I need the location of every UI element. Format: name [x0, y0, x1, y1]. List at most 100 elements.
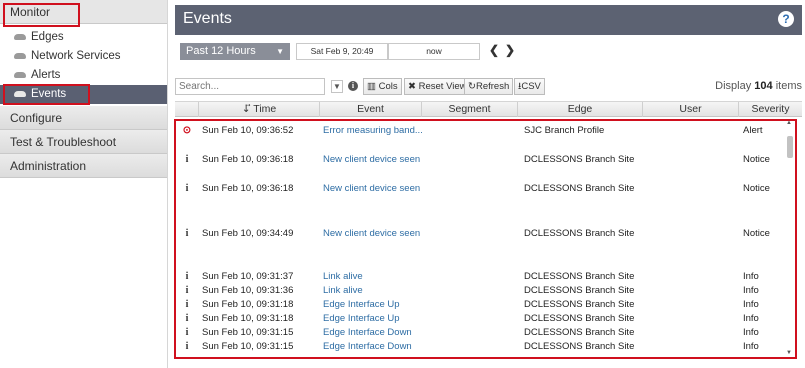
cell-time: Sun Feb 10, 09:36:18	[202, 154, 294, 165]
cloud-icon	[14, 33, 26, 40]
cell-severity: Info	[743, 285, 759, 296]
cell-severity: Notice	[743, 154, 770, 165]
cell-edge: DCLESSONS Branch Site	[524, 271, 635, 282]
cell-edge: SJC Branch Profile	[524, 125, 605, 136]
cell-event-link[interactable]: Link alive	[323, 271, 423, 282]
cell-edge: DCLESSONS Branch Site	[524, 228, 635, 239]
reset-view-label: Reset View	[418, 81, 467, 92]
display-count: Display 104 items	[715, 80, 802, 92]
info-icon: i	[185, 313, 189, 324]
prev-range-button[interactable]: ❮	[486, 43, 502, 60]
cell-event-link[interactable]: Edge Interface Up	[323, 299, 423, 310]
time-range-value: Past 12 Hours	[186, 44, 256, 57]
cell-time: Sun Feb 10, 09:31:15	[202, 327, 294, 338]
info-icon: i	[185, 154, 189, 165]
sidebar-section-monitor[interactable]: Monitor	[0, 0, 167, 24]
info-icon[interactable]: i	[348, 81, 358, 91]
columns-icon: ▥	[367, 81, 376, 92]
table-toolbar: ▼ i ▥ Cols ✖ Reset View ↻Refresh ⭳CSV Di…	[175, 78, 802, 96]
cell-edge: DCLESSONS Branch Site	[524, 285, 635, 296]
cell-time: Sun Feb 10, 09:31:18	[202, 313, 294, 324]
reset-view-button[interactable]: ✖ Reset View	[404, 78, 471, 95]
dropdown-caret-icon: ▼	[276, 46, 284, 56]
cell-edge: DCLESSONS Branch Site	[524, 154, 635, 165]
csv-button[interactable]: ⭳CSV	[514, 78, 545, 95]
header-user[interactable]: User	[643, 102, 739, 117]
alert-icon: ⊙	[182, 125, 192, 136]
cell-event-link[interactable]: Link alive	[323, 285, 423, 296]
sidebar-section-administration[interactable]: Administration	[0, 154, 167, 178]
sidebar-section-test-troubleshoot[interactable]: Test & Troubleshoot	[0, 130, 167, 154]
cloud-icon	[14, 71, 26, 78]
sidebar-item-label: Alerts	[31, 69, 61, 81]
cell-event-link[interactable]: Edge Interface Up	[323, 313, 423, 324]
close-icon: ✖	[408, 81, 416, 92]
cell-time: Sun Feb 10, 09:31:37	[202, 271, 294, 282]
sidebar-item-network-services[interactable]: Network Services	[0, 47, 167, 66]
cols-button[interactable]: ▥ Cols	[363, 78, 402, 95]
cell-time: Sun Feb 10, 09:31:36	[202, 285, 294, 296]
cell-time: Sun Feb 10, 09:31:18	[202, 299, 294, 310]
cell-edge: DCLESSONS Branch Site	[524, 183, 635, 194]
cell-event-link[interactable]: Edge Interface Down	[323, 341, 423, 352]
scrollbar-thumb[interactable]	[787, 136, 793, 158]
end-date-field[interactable]: now	[388, 42, 480, 60]
refresh-button[interactable]: ↻Refresh	[464, 78, 514, 95]
cell-time: Sun Feb 10, 09:31:15	[202, 341, 294, 352]
sidebar-item-events[interactable]: Events	[0, 85, 167, 104]
cell-severity: Notice	[743, 228, 770, 239]
cell-edge: DCLESSONS Branch Site	[524, 313, 635, 324]
cols-label: Cols	[378, 81, 398, 92]
cell-time: Sun Feb 10, 09:36:52	[202, 125, 294, 136]
display-count-number: 104	[754, 80, 773, 92]
info-icon: i	[185, 341, 189, 352]
time-range-bar: Past 12 Hours ▼ Sat Feb 9, 20:49 now ❮ ❯	[180, 42, 518, 60]
header-segment[interactable]: Segment	[422, 102, 518, 117]
header-time[interactable]: ↓⃗ Time	[199, 102, 320, 117]
sidebar-item-label: Network Services	[31, 50, 121, 62]
cell-severity: Alert	[743, 125, 763, 136]
sidebar-item-label: Events	[31, 88, 67, 100]
search-options-dropdown[interactable]: ▼	[331, 80, 343, 93]
csv-label: CSV	[521, 81, 541, 92]
cell-severity: Notice	[743, 183, 770, 194]
cell-time: Sun Feb 10, 09:34:49	[202, 228, 294, 239]
sidebar-item-label: Edges	[31, 31, 64, 43]
time-range-select[interactable]: Past 12 Hours ▼	[180, 42, 290, 60]
cell-event-link[interactable]: Edge Interface Down	[323, 327, 423, 338]
sidebar-item-edges[interactable]: Edges	[0, 28, 167, 47]
page-header: Events ?	[175, 5, 802, 35]
scroll-down-arrow[interactable]: ▼	[786, 350, 792, 356]
info-icon: i	[185, 285, 189, 296]
display-prefix: Display	[715, 80, 752, 92]
sidebar-section-configure[interactable]: Configure	[0, 106, 167, 130]
display-suffix: items	[775, 80, 802, 92]
info-icon: i	[185, 228, 189, 239]
scroll-up-arrow[interactable]: ▲	[786, 120, 792, 126]
info-icon: i	[185, 299, 189, 310]
cell-time: Sun Feb 10, 09:36:18	[202, 183, 294, 194]
cell-severity: Info	[743, 313, 759, 324]
sidebar-item-alerts[interactable]: Alerts	[0, 66, 167, 85]
header-icon-col	[175, 102, 199, 117]
cell-event-link[interactable]: New client device seen	[323, 183, 423, 194]
refresh-label: Refresh	[475, 81, 510, 92]
cloud-icon	[14, 52, 26, 59]
cell-event-link[interactable]: New client device seen	[323, 228, 423, 239]
cloud-icon	[14, 90, 26, 97]
header-severity[interactable]: Severity	[739, 102, 802, 117]
cell-severity: Info	[743, 327, 759, 338]
search-input[interactable]	[175, 78, 325, 95]
cell-severity: Info	[743, 299, 759, 310]
start-date-field[interactable]: Sat Feb 9, 20:49	[296, 42, 388, 60]
table-header: ↓⃗ Time Event Segment Edge User Severity	[175, 101, 802, 117]
cell-severity: Info	[743, 271, 759, 282]
next-range-button[interactable]: ❯	[502, 43, 518, 60]
cell-edge: DCLESSONS Branch Site	[524, 327, 635, 338]
sidebar: Monitor Edges Network Services Alerts Ev…	[0, 0, 168, 368]
header-edge[interactable]: Edge	[518, 102, 643, 117]
cell-event-link[interactable]: New client device seen	[323, 154, 423, 165]
cell-event-link[interactable]: Error measuring band...	[323, 125, 423, 136]
header-event[interactable]: Event	[320, 102, 422, 117]
help-icon[interactable]: ?	[778, 11, 794, 27]
